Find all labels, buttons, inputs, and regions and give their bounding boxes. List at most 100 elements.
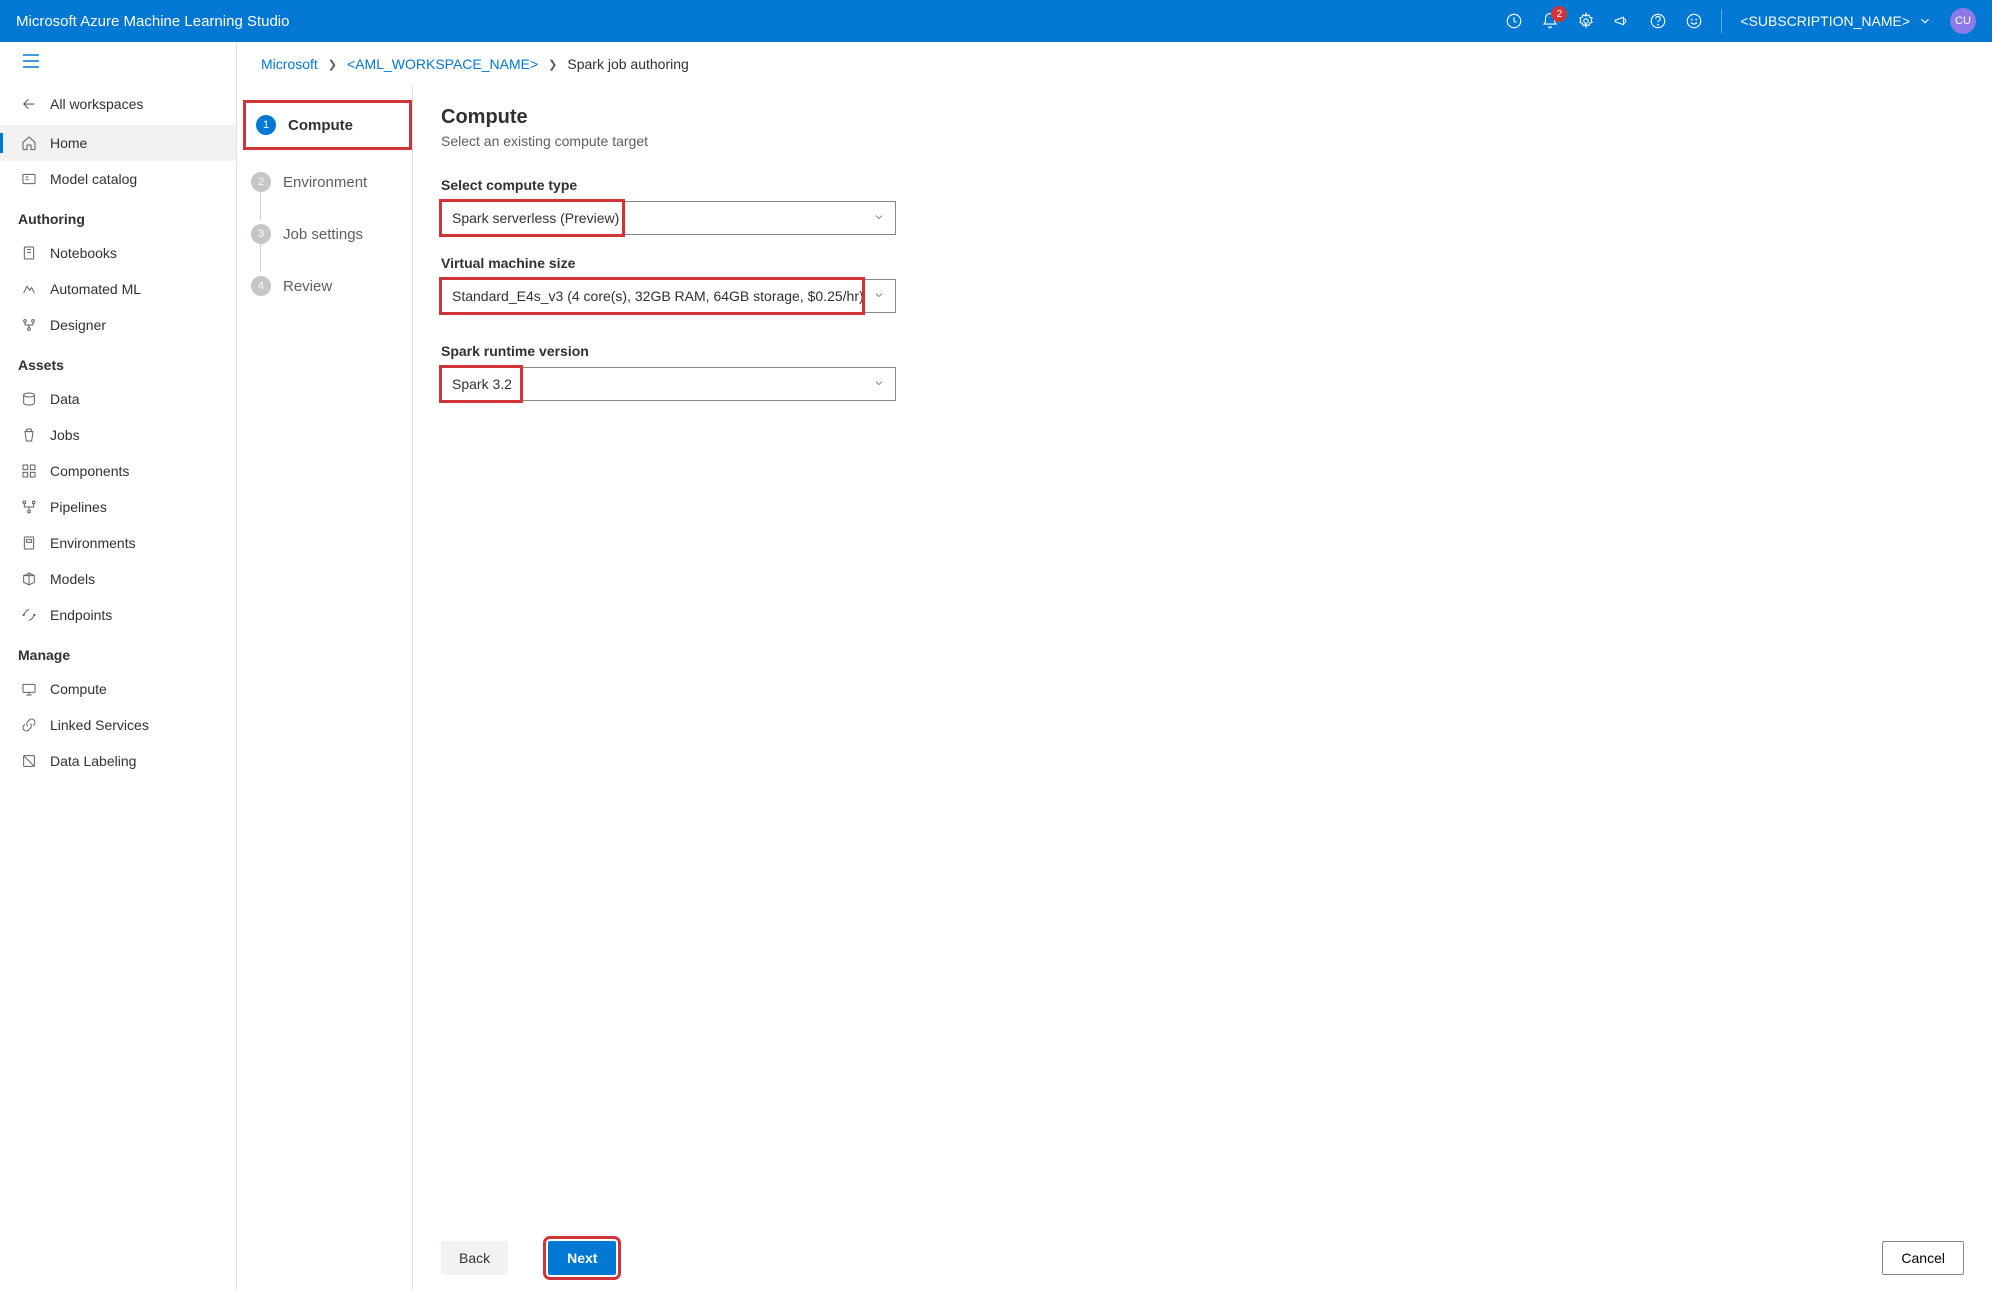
sidebar-item-compute[interactable]: Compute [0,671,236,707]
vm-size-select[interactable]: Standard_E4s_v3 (4 core(s), 32GB RAM, 64… [441,279,896,313]
notification-badge: 2 [1551,6,1567,22]
sidebar-item-models[interactable]: Models [0,561,236,597]
sidebar-item-environments[interactable]: Environments [0,525,236,561]
header-actions: 2 <SUBSCRIPTION_NAME> CU [1505,8,1976,34]
gear-icon[interactable] [1577,12,1595,30]
catalog-icon [20,170,38,188]
step-environment[interactable]: 2 Environment [251,164,412,216]
sidebar-item-label: Jobs [50,427,80,443]
automl-icon [20,280,38,298]
subscription-dropdown[interactable]: <SUBSCRIPTION_NAME> [1740,13,1932,29]
sidebar-item-label: Notebooks [50,245,117,261]
sidebar-item-label: Designer [50,317,106,333]
endpoints-icon [20,606,38,624]
menu-toggle-icon[interactable] [0,42,236,83]
designer-icon [20,316,38,334]
sidebar-item-data[interactable]: Data [0,381,236,417]
home-icon [20,134,38,152]
sidebar-item-data-labeling[interactable]: Data Labeling [0,743,236,779]
compute-type-label: Select compute type [441,177,1964,193]
sidebar-section-manage: Manage [0,633,236,671]
sidebar-item-label: Endpoints [50,607,112,623]
chevron-down-icon [873,210,885,226]
megaphone-icon[interactable] [1613,12,1631,30]
labeling-icon [20,752,38,770]
chevron-down-icon [873,288,885,304]
sidebar-item-label: Automated ML [50,281,141,297]
step-number: 1 [256,115,276,135]
subscription-name: <SUBSCRIPTION_NAME> [1740,13,1910,29]
components-icon [20,462,38,480]
smile-icon[interactable] [1685,12,1703,30]
chevron-down-icon [1918,14,1932,28]
sidebar-item-label: Model catalog [50,171,137,187]
step-review[interactable]: 4 Review [251,268,412,320]
sidebar-item-label: Home [50,135,87,151]
bell-icon[interactable]: 2 [1541,12,1559,30]
runtime-select[interactable]: Spark 3.2 [441,367,896,401]
next-button[interactable]: Next [548,1241,616,1275]
sidebar-item-jobs[interactable]: Jobs [0,417,236,453]
clock-icon[interactable] [1505,12,1523,30]
sidebar-section-authoring: Authoring [0,197,236,235]
runtime-label: Spark runtime version [441,343,1964,359]
vm-size-value: Standard_E4s_v3 (4 core(s), 32GB RAM, 64… [452,288,864,304]
pipelines-icon [20,498,38,516]
breadcrumb-current: Spark job authoring [567,56,688,72]
back-button[interactable]: Back [441,1241,508,1275]
notebook-icon [20,244,38,262]
wizard-steps: 1 Compute 2 Environment 3 Job settings 4… [237,86,412,1291]
breadcrumb-root[interactable]: Microsoft [261,56,318,72]
app-title: Microsoft Azure Machine Learning Studio [16,13,1505,30]
breadcrumb-workspace[interactable]: <AML_WORKSPACE_NAME> [347,56,538,72]
chevron-down-icon [873,376,885,392]
sidebar-item-notebooks[interactable]: Notebooks [0,235,236,271]
breadcrumb: Microsoft ❯ <AML_WORKSPACE_NAME> ❯ Spark… [237,42,1992,86]
form-panel: Compute Select an existing compute targe… [412,86,1992,1291]
chevron-right-icon: ❯ [328,58,337,71]
all-workspaces-link[interactable]: All workspaces [0,83,236,125]
sidebar-item-designer[interactable]: Designer [0,307,236,343]
sidebar-item-components[interactable]: Components [0,453,236,489]
chevron-right-icon: ❯ [548,58,557,71]
step-number: 2 [251,172,271,192]
sidebar-item-linked-services[interactable]: Linked Services [0,707,236,743]
models-icon [20,570,38,588]
vm-size-label: Virtual machine size [441,255,1964,271]
sidebar-item-model-catalog[interactable]: Model catalog [0,161,236,197]
sidebar-item-home[interactable]: Home [0,125,236,161]
step-label: Environment [283,174,367,191]
form-subtitle: Select an existing compute target [441,133,1964,149]
sidebar-item-pipelines[interactable]: Pipelines [0,489,236,525]
form-title: Compute [441,106,1964,129]
step-job-settings[interactable]: 3 Job settings [251,216,412,268]
step-label: Review [283,278,332,295]
jobs-icon [20,426,38,444]
all-workspaces-label: All workspaces [50,96,143,112]
link-icon [20,716,38,734]
step-label: Compute [288,117,353,134]
runtime-value: Spark 3.2 [452,376,512,392]
data-icon [20,390,38,408]
sidebar-item-label: Linked Services [50,717,149,733]
step-number: 3 [251,224,271,244]
sidebar-section-assets: Assets [0,343,236,381]
sidebar-item-label: Data [50,391,80,407]
sidebar-item-label: Environments [50,535,136,551]
arrow-left-icon [20,95,38,113]
help-icon[interactable] [1649,12,1667,30]
environments-icon [20,534,38,552]
avatar[interactable]: CU [1950,8,1976,34]
compute-type-select[interactable]: Spark serverless (Preview) [441,201,896,235]
sidebar-item-label: Pipelines [50,499,107,515]
compute-type-value: Spark serverless (Preview) [452,210,619,226]
sidebar: All workspaces Home Model catalog Author… [0,42,237,1291]
sidebar-item-label: Components [50,463,129,479]
compute-icon [20,680,38,698]
cancel-button[interactable]: Cancel [1882,1241,1964,1275]
step-number: 4 [251,276,271,296]
step-compute[interactable]: 1 Compute [256,107,399,143]
step-label: Job settings [283,226,363,243]
sidebar-item-endpoints[interactable]: Endpoints [0,597,236,633]
sidebar-item-automated-ml[interactable]: Automated ML [0,271,236,307]
